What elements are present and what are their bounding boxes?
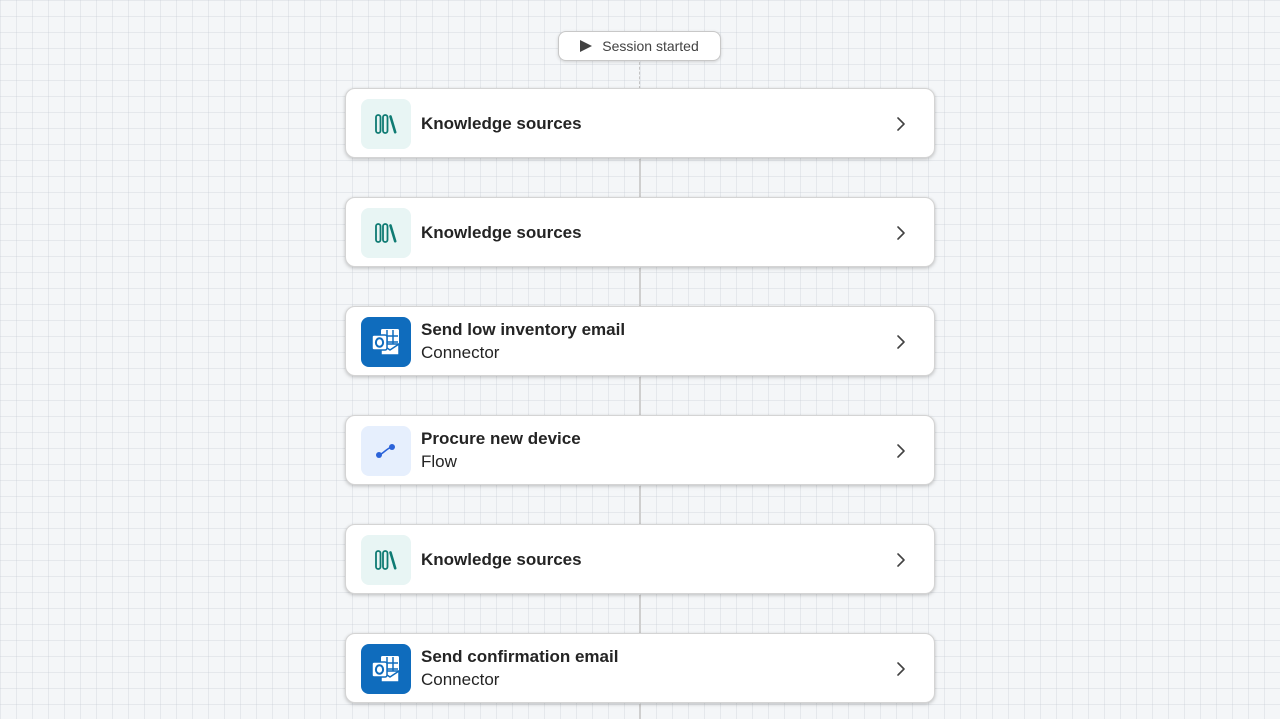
- connector-line: [639, 377, 641, 415]
- knowledge-books-icon: [361, 535, 411, 585]
- chevron-right-icon: [897, 117, 905, 131]
- outlook-icon: [361, 644, 411, 694]
- step-title: Knowledge sources: [421, 550, 582, 569]
- step-title: Procure new device: [421, 429, 581, 448]
- session-started-node[interactable]: Session started: [558, 31, 721, 61]
- knowledge-books-icon: [361, 99, 411, 149]
- connector-line: [639, 595, 641, 633]
- step-title: Send low inventory email: [421, 320, 626, 339]
- step-card-procure-new-device[interactable]: Procure new device Flow: [345, 415, 935, 485]
- outlook-icon: [361, 317, 411, 367]
- step-card-knowledge-sources[interactable]: Knowledge sources: [345, 88, 935, 158]
- step-card-knowledge-sources[interactable]: Knowledge sources: [345, 524, 935, 594]
- step-title: Knowledge sources: [421, 223, 582, 242]
- chevron-right-icon: [897, 444, 905, 458]
- step-subtitle: Connector: [421, 343, 500, 362]
- chevron-right-icon: [897, 553, 905, 567]
- step-card-send-confirmation-email[interactable]: Send confirmation email Connector: [345, 633, 935, 703]
- connector-line: [639, 159, 641, 197]
- step-title: Send confirmation email: [421, 647, 619, 666]
- start-connector-line: [639, 62, 640, 89]
- step-subtitle: Connector: [421, 670, 500, 689]
- connector-line: [639, 268, 641, 306]
- activity-map-canvas: Session started Knowledge sources Knowle…: [0, 0, 1280, 719]
- connector-line: [639, 486, 641, 524]
- chevron-right-icon: [897, 335, 905, 349]
- step-card-knowledge-sources[interactable]: Knowledge sources: [345, 197, 935, 267]
- connector-line: [639, 704, 641, 719]
- knowledge-books-icon: [361, 208, 411, 258]
- chevron-right-icon: [897, 662, 905, 676]
- flow-icon: [361, 426, 411, 476]
- step-title: Knowledge sources: [421, 114, 582, 133]
- chevron-right-icon: [897, 226, 905, 240]
- step-card-send-low-inventory-email[interactable]: Send low inventory email Connector: [345, 306, 935, 376]
- step-subtitle: Flow: [421, 452, 457, 471]
- session-started-label: Session started: [602, 38, 699, 54]
- play-icon: [580, 40, 593, 52]
